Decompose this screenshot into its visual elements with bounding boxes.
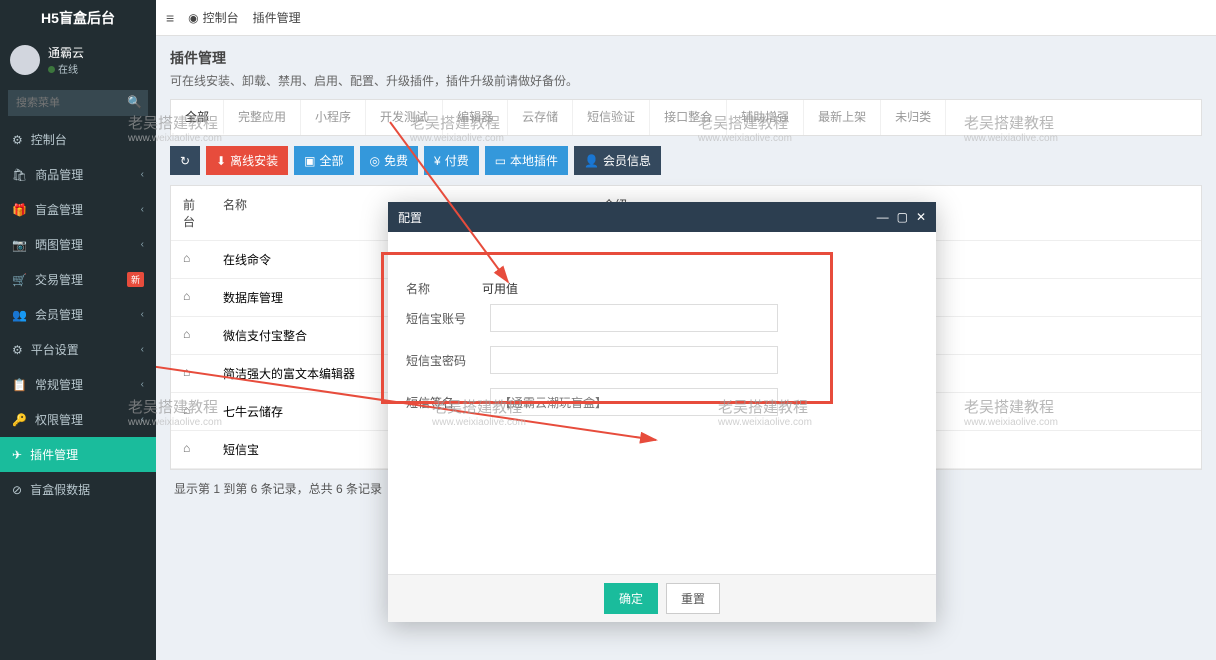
home-icon[interactable]: ⌂ bbox=[183, 251, 190, 265]
nav-icon: 🛒 bbox=[12, 273, 27, 287]
nav-icon: ✈ bbox=[12, 448, 22, 462]
paid-button[interactable]: ¥付费 bbox=[424, 146, 479, 175]
tab-2[interactable]: 小程序 bbox=[301, 100, 366, 135]
maximize-icon[interactable]: ▢ bbox=[897, 210, 908, 224]
free-button[interactable]: ◎免费 bbox=[360, 146, 419, 175]
nav-label: 交易管理 bbox=[35, 271, 83, 288]
close-icon[interactable]: ✕ bbox=[916, 210, 926, 224]
offline-install-button[interactable]: ⬇离线安装 bbox=[206, 146, 288, 175]
modal-title: 配置 bbox=[398, 209, 422, 226]
nav-icon: 🔑 bbox=[12, 413, 27, 427]
nav-label: 控制台 bbox=[31, 131, 67, 148]
user-name: 通霸云 bbox=[48, 44, 84, 61]
tab-7[interactable]: 接口整合 bbox=[650, 100, 727, 135]
sidebar-item-7[interactable]: 📋 常规管理 ‹ bbox=[0, 367, 156, 402]
nav-label: 盲盒假数据 bbox=[30, 481, 90, 498]
form-row-2: 短信签名 bbox=[406, 388, 918, 416]
chevron-left-icon: ‹ bbox=[141, 414, 144, 425]
page-desc: 可在线安装、卸载、禁用、启用、配置、升级插件，插件升级前请做好备份。 bbox=[170, 72, 1202, 89]
tab-10[interactable]: 未归类 bbox=[881, 100, 946, 135]
sidebar-item-6[interactable]: ⚙ 平台设置 ‹ bbox=[0, 332, 156, 367]
nav-label: 平台设置 bbox=[31, 341, 79, 358]
nav-icon: 📷 bbox=[12, 238, 27, 252]
tab-3[interactable]: 开发测试 bbox=[366, 100, 443, 135]
sidebar: H5盲盒后台 通霸云 在线 🔍 ⚙ 控制台 🛍 商品管理 ‹ 🎁 盲盒管理 ‹ 📷 晒图管理 ‹ 🛒 交… bbox=[0, 0, 156, 660]
nav-label: 商品管理 bbox=[35, 166, 83, 183]
sidebar-item-9[interactable]: ✈ 插件管理 bbox=[0, 437, 156, 472]
refresh-button[interactable]: ↻ bbox=[170, 146, 200, 175]
tab-9[interactable]: 最新上架 bbox=[804, 100, 881, 135]
nav-label: 盲盒管理 bbox=[35, 201, 83, 218]
chevron-left-icon: ‹ bbox=[141, 344, 144, 355]
member-info-button[interactable]: 👤会员信息 bbox=[574, 146, 661, 175]
home-icon[interactable]: ⌂ bbox=[183, 365, 190, 379]
nav-icon: 🎁 bbox=[12, 203, 27, 217]
minimize-icon[interactable]: — bbox=[877, 210, 889, 224]
nav-icon: 🛍 bbox=[12, 168, 27, 182]
sidebar-item-1[interactable]: 🛍 商品管理 ‹ bbox=[0, 157, 156, 192]
page-title: 插件管理 bbox=[170, 48, 1202, 68]
field-label: 短信宝密码 bbox=[406, 352, 490, 369]
sidebar-item-5[interactable]: 👥 会员管理 ‹ bbox=[0, 297, 156, 332]
chevron-left-icon: ‹ bbox=[141, 309, 144, 320]
user-status: 在线 bbox=[48, 61, 84, 76]
sidebar-item-10[interactable]: ⊘ 盲盒假数据 bbox=[0, 472, 156, 507]
hamburger-icon[interactable]: ≡ bbox=[166, 10, 174, 26]
avatar bbox=[10, 45, 40, 75]
config-modal: 配置 — ▢ ✕ 名称 可用值 短信宝账号短信宝密码短信签名 确定 重置 bbox=[388, 202, 936, 622]
all-button[interactable]: ▣全部 bbox=[294, 146, 353, 175]
nav-label: 权限管理 bbox=[35, 411, 83, 428]
local-plugin-button[interactable]: ▭本地插件 bbox=[485, 146, 568, 175]
nav-label: 插件管理 bbox=[30, 446, 78, 463]
home-icon[interactable]: ⌂ bbox=[183, 289, 190, 303]
nav-icon: ⚙ bbox=[12, 133, 23, 147]
breadcrumb-current: 插件管理 bbox=[253, 9, 301, 26]
sidebar-item-4[interactable]: 🛒 交易管理 新 bbox=[0, 262, 156, 297]
tab-6[interactable]: 短信验证 bbox=[573, 100, 650, 135]
form-col1: 名称 bbox=[406, 280, 490, 297]
field-label: 短信签名 bbox=[406, 394, 490, 411]
nav-label: 常规管理 bbox=[35, 376, 83, 393]
nav-icon: ⚙ bbox=[12, 343, 23, 357]
home-icon[interactable]: ⌂ bbox=[183, 327, 190, 341]
field-label: 短信宝账号 bbox=[406, 310, 490, 327]
tab-5[interactable]: 云存储 bbox=[508, 100, 573, 135]
tab-0[interactable]: 全部 bbox=[171, 100, 224, 135]
sidebar-item-8[interactable]: 🔑 权限管理 ‹ bbox=[0, 402, 156, 437]
tab-1[interactable]: 完整应用 bbox=[224, 100, 301, 135]
app-title: H5盲盒后台 bbox=[0, 0, 156, 36]
search-box: 🔍 bbox=[8, 90, 148, 116]
ok-button[interactable]: 确定 bbox=[604, 583, 658, 614]
topbar: ≡ ◉控制台 插件管理 bbox=[156, 0, 1216, 36]
chevron-left-icon: ‹ bbox=[141, 379, 144, 390]
field-input-2[interactable] bbox=[490, 388, 778, 416]
nav-icon: ⊘ bbox=[12, 483, 22, 497]
tab-bar: 全部完整应用小程序开发测试编辑器云存储短信验证接口整合辅助增强最新上架未归类 bbox=[170, 99, 1202, 136]
nav-label: 晒图管理 bbox=[35, 236, 83, 253]
form-row-1: 短信宝密码 bbox=[406, 346, 918, 374]
form-col2: 可用值 bbox=[482, 280, 518, 297]
field-input-1[interactable] bbox=[490, 346, 778, 374]
sidebar-item-3[interactable]: 📷 晒图管理 ‹ bbox=[0, 227, 156, 262]
sidebar-item-0[interactable]: ⚙ 控制台 bbox=[0, 122, 156, 157]
user-panel: 通霸云 在线 bbox=[0, 36, 156, 84]
chevron-left-icon: ‹ bbox=[141, 169, 144, 180]
nav-icon: 👥 bbox=[12, 308, 27, 322]
home-icon[interactable]: ⌂ bbox=[183, 441, 190, 455]
home-icon[interactable]: ⌂ bbox=[183, 403, 190, 417]
badge-new: 新 bbox=[127, 272, 144, 287]
chevron-left-icon: ‹ bbox=[141, 239, 144, 250]
chevron-left-icon: ‹ bbox=[141, 204, 144, 215]
field-input-0[interactable] bbox=[490, 304, 778, 332]
col-front: 前台 bbox=[171, 186, 211, 240]
sidebar-item-2[interactable]: 🎁 盲盒管理 ‹ bbox=[0, 192, 156, 227]
search-icon[interactable]: 🔍 bbox=[127, 95, 142, 109]
reset-button[interactable]: 重置 bbox=[666, 583, 720, 614]
tab-8[interactable]: 辅助增强 bbox=[727, 100, 804, 135]
breadcrumb-home[interactable]: ◉控制台 bbox=[188, 9, 239, 26]
nav-icon: 📋 bbox=[12, 378, 27, 392]
nav-label: 会员管理 bbox=[35, 306, 83, 323]
tab-4[interactable]: 编辑器 bbox=[443, 100, 508, 135]
form-row-0: 短信宝账号 bbox=[406, 304, 918, 332]
